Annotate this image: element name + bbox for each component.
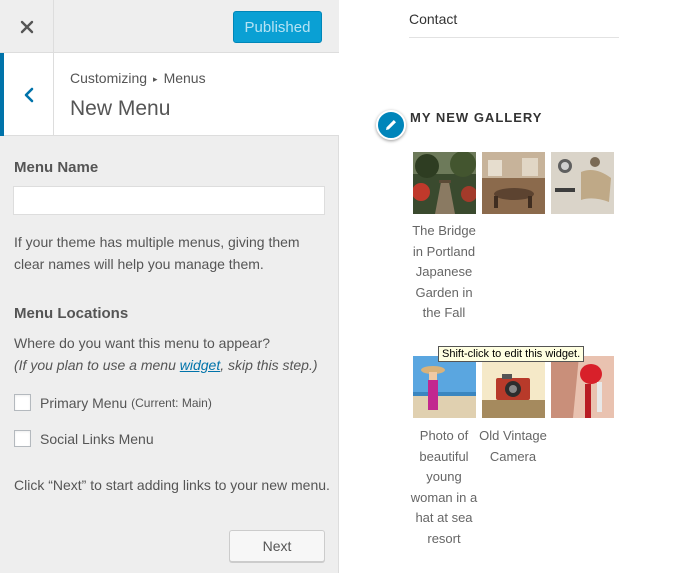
- section-header: Customizing ▸ Menus New Menu: [0, 53, 339, 136]
- publish-button[interactable]: Published: [233, 11, 322, 43]
- location-social-links-menu[interactable]: Social Links Menu: [14, 430, 154, 447]
- menu-name-label: Menu Name: [14, 159, 99, 176]
- section-title: New Menu: [70, 97, 171, 120]
- caption-camera: Old Vintage Camera: [479, 428, 547, 464]
- hint-text-before: (If you plan to use a menu: [14, 357, 180, 373]
- menu-locations-hint: (If you plan to use a menu widget, skip …: [14, 354, 318, 376]
- gallery-image-woman[interactable]: [413, 356, 476, 418]
- woman-at-sea-photo: [413, 356, 476, 418]
- customizer-header: Published: [0, 0, 339, 53]
- gallery-image-camera[interactable]: [482, 356, 545, 418]
- breadcrumb-separator: ▸: [153, 74, 158, 84]
- red-lips-photo: [551, 356, 614, 418]
- next-button[interactable]: Next: [229, 530, 325, 562]
- breadcrumb-current: Menus: [163, 70, 206, 86]
- site-preview: Contact MY NEW GALLERY The Bridge in Por…: [340, 0, 700, 573]
- primary-menu-note: (Current: Main): [131, 395, 212, 410]
- menu-link-contact[interactable]: Contact: [409, 11, 457, 27]
- close-customizer-button[interactable]: [0, 0, 54, 53]
- breadcrumb-parent: Customizing: [70, 70, 148, 86]
- location-primary-menu[interactable]: Primary Menu (Current: Main): [14, 394, 212, 411]
- chevron-left-icon: [24, 87, 33, 102]
- social-links-menu-checkbox[interactable]: [14, 430, 31, 447]
- pencil-icon: [386, 120, 396, 130]
- menu-locations-label: Menu Locations: [14, 305, 129, 322]
- edit-widget-shortcut[interactable]: [376, 110, 406, 140]
- gallery-image-room[interactable]: [482, 152, 545, 214]
- gallery-image-lipstick[interactable]: [551, 356, 614, 418]
- vintage-camera-photo: [482, 356, 545, 418]
- divider: [409, 37, 619, 38]
- menu-name-input[interactable]: [13, 186, 325, 215]
- next-help: Click “Next” to start adding links to yo…: [14, 477, 330, 493]
- gallery-image-bridge[interactable]: [413, 152, 476, 214]
- map-desk-photo: [551, 152, 614, 214]
- menu-name-help: If your theme has multiple menus, giving…: [14, 234, 300, 272]
- breadcrumb: Customizing ▸ Menus: [70, 70, 206, 86]
- hint-text-after: , skip this step.): [220, 357, 318, 373]
- edit-widget-tooltip: Shift-click to edit this widget.: [438, 346, 585, 362]
- social-links-menu-label: Social Links Menu: [40, 430, 154, 447]
- widget-link[interactable]: widget: [180, 357, 220, 373]
- bridge-garden-photo: [413, 152, 476, 214]
- caption-bridge: The Bridge in Portland Japanese Garden i…: [412, 223, 476, 320]
- primary-menu-checkbox[interactable]: [14, 394, 31, 411]
- gallery-widget-title: MY NEW GALLERY: [410, 110, 543, 125]
- primary-menu-label: Primary Menu: [40, 394, 128, 411]
- caption-woman: Photo of beautiful young woman in a hat …: [410, 428, 478, 546]
- close-icon: [20, 20, 33, 33]
- menu-locations-question: Where do you want this menu to appear?: [14, 335, 271, 351]
- back-button[interactable]: [0, 53, 54, 136]
- customizer-panel: Published Customizing ▸ Menus New Menu Men…: [0, 0, 339, 573]
- gallery-image-desk[interactable]: [551, 152, 614, 214]
- interior-room-photo: [482, 152, 545, 214]
